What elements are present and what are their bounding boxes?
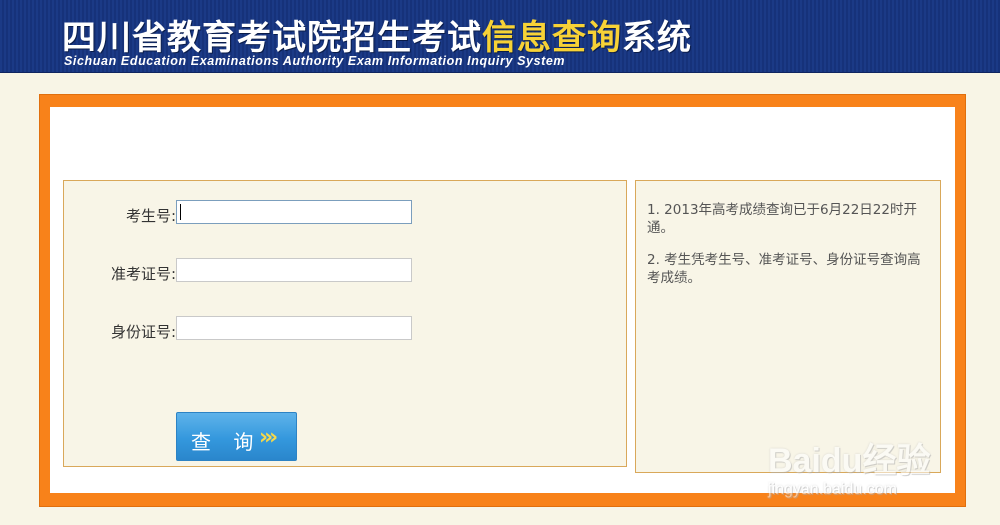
page-subtitle: Sichuan Education Examinations Authority… (64, 54, 566, 68)
id-no-input[interactable] (176, 316, 412, 340)
exam-no-input[interactable] (176, 200, 412, 224)
admission-no-input[interactable] (176, 258, 412, 282)
notice-item-2: 2. 考生凭考生号、准考证号、身份证号查询高考成绩。 (647, 252, 921, 286)
page-title: 四川省教育考试院招生考试信息查询系统 (62, 10, 692, 59)
title-highlight: 信息查询 (482, 18, 622, 58)
watermark-brand: Baidu经验 (768, 442, 931, 480)
exam-no-label: 考生号: (125, 207, 176, 225)
login-form-panel: 考生号: 准考证号: 身份证号: 查 询 ››› (63, 180, 627, 467)
text-caret (180, 204, 181, 220)
notice-item-1: 1. 2013年高考成绩查询已于6月22日22时开通。 (647, 202, 917, 236)
baidu-watermark: Baidu经验 jingyan.baidu.com (768, 423, 968, 503)
query-button-label: 查 询 (191, 430, 262, 454)
exam-no-row: 考生号: (76, 202, 176, 226)
query-button[interactable]: 查 询 ››› (176, 412, 297, 461)
id-no-label: 身份证号: (110, 323, 176, 341)
double-chevron-right-icon: ››› (259, 425, 278, 450)
title-main: 四川省教育考试院招生考试 (62, 18, 482, 58)
id-no-row: 身份证号: (76, 318, 176, 342)
admission-no-label: 准考证号: (110, 265, 176, 283)
header-banner: 四川省教育考试院招生考试信息查询系统 Sichuan Education Exa… (0, 0, 1000, 73)
title-tail: 系统 (622, 18, 692, 58)
watermark-domain: jingyan.baidu.com (768, 481, 897, 498)
admission-no-row: 准考证号: (76, 260, 176, 284)
